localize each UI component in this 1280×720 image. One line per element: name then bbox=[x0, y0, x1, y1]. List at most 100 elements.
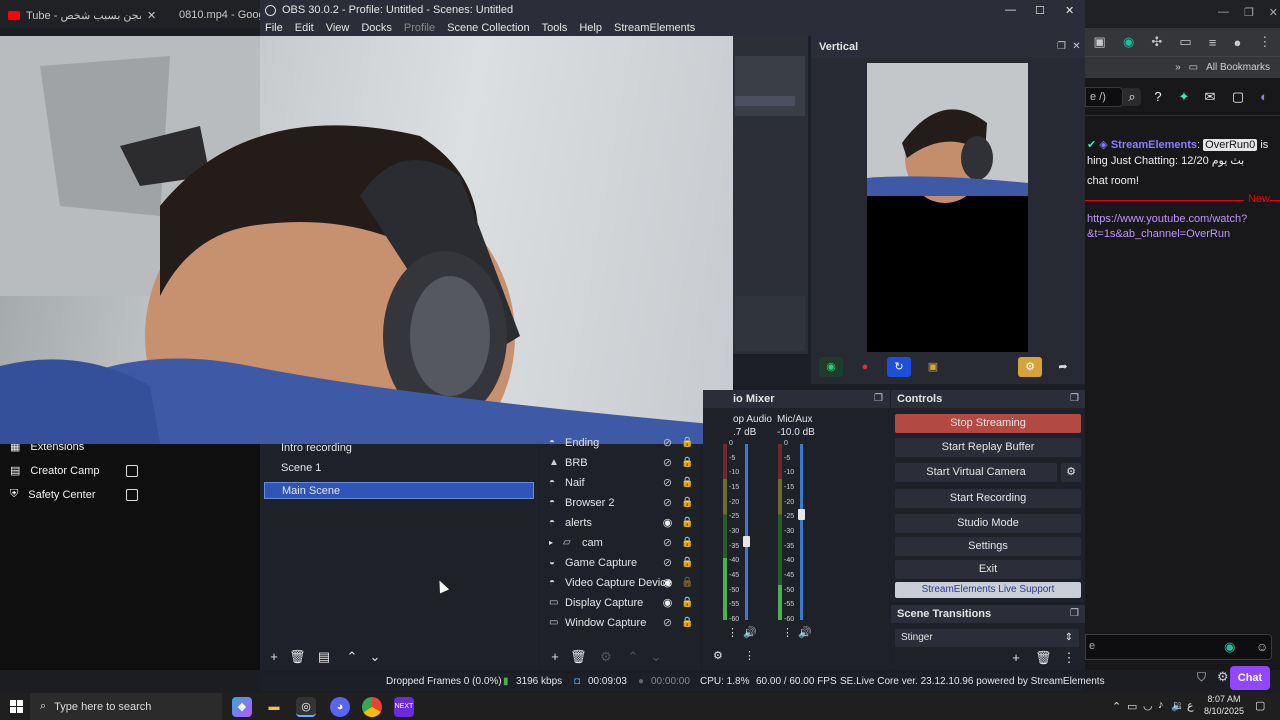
obs-app-icon[interactable]: ◎ bbox=[296, 697, 316, 717]
eye-hidden-icon[interactable]: ⊘ bbox=[661, 474, 674, 492]
add-transition-button[interactable]: + bbox=[1008, 650, 1024, 666]
vertical-replay-button[interactable]: ↻ bbox=[887, 357, 911, 377]
notifications-icon[interactable]: ▢ bbox=[1229, 88, 1247, 106]
chevron-right-icon[interactable]: » bbox=[1175, 62, 1181, 73]
close-icon[interactable]: ✕ bbox=[147, 9, 156, 22]
vertical-virtualcam-button[interactable]: ▣ bbox=[921, 357, 945, 377]
microphone-icon[interactable]: ♪ bbox=[1158, 699, 1164, 711]
chat-send-button[interactable]: Chat bbox=[1230, 666, 1270, 690]
source-item[interactable]: ◒ Game Capture ⊘ 🔒 bbox=[540, 554, 695, 572]
source-item[interactable]: ▭ Display Capture ◉ 🔒 bbox=[540, 594, 695, 612]
input-language[interactable]: ع bbox=[1187, 699, 1194, 712]
menu-view[interactable]: View bbox=[326, 22, 350, 34]
chat-link[interactable]: https://www.youtube.com/watch? bbox=[1087, 212, 1247, 227]
browser-tab-drive[interactable]: 0810.mp4 - Google bbox=[165, 4, 273, 26]
wifi-icon[interactable]: ◡ bbox=[1143, 699, 1153, 712]
clock-time[interactable]: 8:07 AM bbox=[1202, 694, 1246, 704]
extension-icon[interactable]: ▣ bbox=[1094, 34, 1106, 50]
volume-icon[interactable]: 🔉 bbox=[1171, 699, 1185, 712]
emote-icon[interactable]: ◉ bbox=[1224, 639, 1235, 655]
float-dock-icon[interactable]: ❐ bbox=[1070, 608, 1079, 619]
chat-username[interactable]: StreamElements bbox=[1111, 139, 1197, 151]
settings-button[interactable]: Settings bbox=[895, 537, 1081, 556]
eye-hidden-icon[interactable]: ⊘ bbox=[661, 454, 674, 472]
start-replay-buffer-button[interactable]: Start Replay Buffer bbox=[895, 438, 1081, 457]
menu-scene-collection[interactable]: Scene Collection bbox=[447, 22, 530, 34]
float-dock-icon[interactable]: ❐ bbox=[874, 393, 883, 404]
scene-item[interactable]: Scene 1 bbox=[264, 460, 534, 477]
smiley-icon[interactable]: ☺ bbox=[1256, 640, 1268, 654]
cast-icon[interactable]: ▭ bbox=[1179, 34, 1191, 50]
crown-icon[interactable]: ✦ bbox=[1175, 88, 1193, 106]
file-explorer-icon[interactable]: ▬ bbox=[264, 697, 284, 717]
remove-scene-button[interactable]: 🗑 bbox=[289, 649, 306, 665]
notifications-icon[interactable]: ▢ bbox=[1255, 699, 1265, 712]
chat-link[interactable]: &t=1s&ab_channel=OverRun bbox=[1087, 227, 1230, 242]
kebab-menu-icon[interactable]: ⋮ bbox=[782, 626, 793, 639]
close-icon[interactable]: ✕ bbox=[1071, 41, 1082, 52]
chrome-icon[interactable] bbox=[362, 697, 382, 717]
network-icon[interactable]: ▭ bbox=[1127, 700, 1137, 713]
scene-item-selected[interactable]: Main Scene bbox=[264, 482, 534, 499]
browser-tab-youtube[interactable]: Tube - كنت يتسجن بسبب شخص ✕ bbox=[0, 4, 165, 26]
volume-slider-handle[interactable] bbox=[798, 509, 805, 521]
lock-icon[interactable]: 🔒 bbox=[681, 454, 693, 472]
lock-icon[interactable]: 🔒 bbox=[681, 614, 693, 632]
expand-arrow-icon[interactable]: ▸ bbox=[549, 534, 553, 552]
source-properties-button[interactable]: ⚙ bbox=[598, 649, 614, 665]
source-item[interactable]: ◓ Browser 2 ⊘ 🔒 bbox=[540, 494, 695, 512]
stop-streaming-button[interactable]: Stop Streaming bbox=[895, 414, 1081, 433]
chat-mention[interactable]: OverRun0 bbox=[1203, 139, 1258, 151]
menu-streamelements[interactable]: StreamElements bbox=[614, 22, 695, 34]
eye-hidden-icon[interactable]: ⊘ bbox=[661, 434, 674, 452]
start-virtual-camera-button[interactable]: Start Virtual Camera bbox=[895, 463, 1057, 482]
eye-hidden-icon[interactable]: ⊘ bbox=[661, 614, 674, 632]
unlock-icon[interactable]: 🔒 bbox=[681, 574, 693, 592]
lock-icon[interactable]: 🔒 bbox=[681, 534, 693, 552]
grammarly-icon[interactable]: ◉ bbox=[1123, 34, 1134, 50]
next-app-icon[interactable]: NEXT bbox=[394, 697, 414, 717]
vertical-preview[interactable] bbox=[867, 63, 1028, 352]
remove-transition-button[interactable]: 🗑 bbox=[1035, 650, 1052, 666]
source-item[interactable]: ◓ Video Capture Device ◉ 🔒 bbox=[540, 574, 695, 592]
virtual-camera-settings-icon[interactable]: ⚙ bbox=[1061, 463, 1081, 482]
copilot-icon[interactable]: ◆ bbox=[232, 697, 252, 717]
speaker-icon[interactable]: 🔊 bbox=[798, 626, 812, 639]
sidebar-item-safety-center[interactable]: ⛨ Safety Center bbox=[10, 488, 96, 501]
clock-date[interactable]: 8/10/2025 bbox=[1202, 706, 1246, 716]
kebab-menu-icon[interactable]: ⋮ bbox=[744, 649, 755, 662]
menu-help[interactable]: Help bbox=[579, 22, 602, 34]
vertical-stream-button[interactable]: ◉ bbox=[819, 357, 843, 377]
exit-button[interactable]: Exit bbox=[895, 560, 1081, 579]
settings-gear-icon[interactable]: ⚙ bbox=[1217, 669, 1229, 685]
move-down-button[interactable]: ⌄ bbox=[367, 649, 383, 665]
volume-slider-handle[interactable] bbox=[743, 535, 750, 547]
tray-chevron-icon[interactable]: ⌃ bbox=[1112, 700, 1121, 713]
restore-icon[interactable]: ❐ bbox=[1244, 6, 1254, 19]
windows-start-icon[interactable] bbox=[10, 700, 23, 713]
mixer-settings-icon[interactable]: ⚙ bbox=[713, 649, 723, 662]
profile-avatar-icon[interactable]: ● bbox=[1233, 35, 1241, 50]
search-icon[interactable]: ⌕ bbox=[1123, 88, 1141, 106]
move-down-button[interactable]: ⌄ bbox=[648, 649, 664, 665]
vertical-settings-button[interactable]: ⚙ bbox=[1018, 357, 1042, 377]
menu-edit[interactable]: Edit bbox=[295, 22, 314, 34]
puzzle-icon[interactable]: ✣ bbox=[1151, 34, 1162, 50]
chat-input[interactable]: e ◉ ☺ bbox=[1085, 634, 1272, 660]
remove-source-button[interactable]: 🗑 bbox=[570, 649, 587, 665]
kebab-menu-icon[interactable]: ⋮ bbox=[1258, 34, 1271, 50]
webcam-preview[interactable] bbox=[0, 36, 733, 444]
add-scene-button[interactable]: + bbox=[266, 649, 282, 665]
vertical-record-button[interactable]: ● bbox=[853, 357, 877, 377]
source-item[interactable]: ◓ Ending ⊘ 🔒 bbox=[540, 434, 695, 452]
kebab-menu-icon[interactable]: ⋮ bbox=[727, 626, 738, 639]
menu-lines-icon[interactable]: ≡ bbox=[1209, 35, 1217, 50]
studio-mode-button[interactable]: Studio Mode bbox=[895, 514, 1081, 533]
menu-tools[interactable]: Tools bbox=[542, 22, 568, 34]
float-dock-icon[interactable]: ❐ bbox=[1056, 41, 1067, 52]
menu-profile[interactable]: Profile bbox=[404, 22, 435, 34]
discord-icon[interactable]: ◕ bbox=[330, 697, 350, 717]
all-bookmarks-link[interactable]: All Bookmarks bbox=[1206, 62, 1270, 73]
lock-icon[interactable]: 🔒 bbox=[681, 554, 693, 572]
speaker-icon[interactable]: 🔊 bbox=[743, 626, 757, 639]
